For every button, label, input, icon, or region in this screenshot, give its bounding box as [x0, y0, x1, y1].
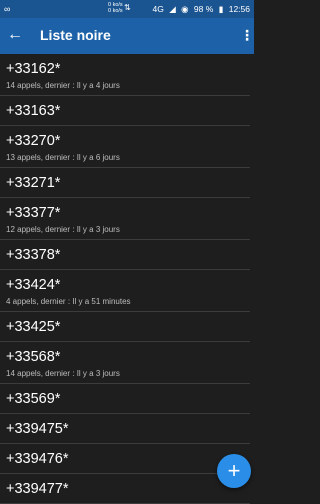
list-item[interactable]: +339476*	[0, 444, 250, 474]
link-icon: ∞	[4, 4, 11, 14]
list-item[interactable]: +33424* 4 appels, dernier : Il y a 51 min…	[0, 270, 250, 312]
phone-number: +33271*	[6, 175, 61, 191]
plus-icon: +	[227, 458, 241, 483]
list-item[interactable]: +33163*	[0, 96, 250, 126]
phone-number: +339476*	[6, 451, 69, 467]
call-detail: 13 appels, dernier : Il y a 6 jours	[6, 153, 120, 162]
blacklist: +33162* 14 appels, dernier : Il y a 4 jou…	[0, 54, 254, 504]
location-icon: ◉	[181, 4, 189, 14]
list-item[interactable]: +33377* 12 appels, dernier : Il y a 3 jou…	[0, 198, 250, 240]
phone-number: +33568*	[6, 349, 61, 365]
phone-number: +33377*	[6, 205, 61, 221]
status-right: 4G ◢ ◉ 98 % ▮ 12:56	[149, 4, 250, 15]
phone-number: +339475*	[6, 421, 69, 437]
back-arrow-icon[interactable]: ←	[6, 26, 24, 44]
list-item[interactable]: +33378*	[0, 240, 250, 270]
phone-number: +33425*	[6, 319, 61, 335]
battery-level: 98 %	[193, 4, 214, 14]
more-options-icon[interactable]: ⋮	[240, 26, 254, 44]
phone-number: +339477*	[6, 481, 69, 497]
phone-number: +33378*	[6, 247, 61, 263]
call-detail: 14 appels, dernier : Il y a 4 jours	[6, 81, 120, 90]
list-item[interactable]: +33162* 14 appels, dernier : Il y a 4 jou…	[0, 54, 250, 96]
signal-icon: ◢	[169, 4, 176, 14]
phone-number: +33163*	[6, 103, 61, 119]
add-button[interactable]: +	[217, 454, 251, 488]
network-speed: 0 ko/s 0 ko/s	[108, 2, 123, 14]
list-item[interactable]: +33425*	[0, 312, 250, 342]
call-detail: 12 appels, dernier : Il y a 3 jours	[6, 225, 120, 234]
call-detail: 4 appels, dernier : Il y a 51 minutes	[6, 297, 131, 306]
status-bar: ∞ 0 ko/s 0 ko/s ⇅ 4G ◢ ◉ 98 % ▮ 12:56	[0, 0, 254, 18]
call-detail: 14 appels, dernier : Il y a 3 jours	[6, 369, 120, 378]
phone-number: +33162*	[6, 61, 61, 77]
signal-label: 4G	[152, 4, 164, 14]
clock: 12:56	[228, 4, 250, 14]
list-item[interactable]: +33270* 13 appels, dernier : Il y a 6 jou…	[0, 126, 250, 168]
app-bar: ← Liste noire ⋮	[0, 18, 254, 54]
page-title: Liste noire	[40, 27, 111, 43]
phone-number: +33424*	[6, 277, 61, 293]
phone-number: +33569*	[6, 391, 61, 407]
list-item[interactable]: +339475*	[0, 414, 250, 444]
battery-icon: ▮	[218, 4, 224, 14]
phone-number: +33270*	[6, 133, 61, 149]
list-item[interactable]: +33569*	[0, 384, 250, 414]
data-transfer-icon: ⇅	[124, 3, 131, 12]
list-item[interactable]: +33568* 14 appels, dernier : Il y a 3 jou…	[0, 342, 250, 384]
list-item[interactable]: +33271*	[0, 168, 250, 198]
